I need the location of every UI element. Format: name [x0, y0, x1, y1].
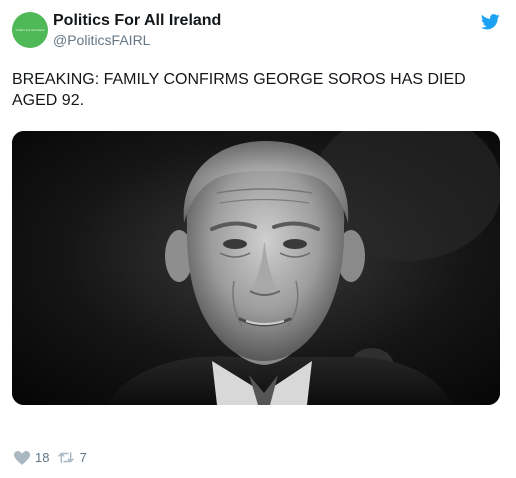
heart-icon	[14, 450, 30, 465]
retweet-icon	[58, 452, 75, 463]
tweet-photo[interactable]	[12, 131, 500, 405]
retweet-count: 7	[79, 450, 87, 465]
retweet-button[interactable]: 7	[58, 450, 87, 465]
tweet-text: BREAKING: FAMILY CONFIRMS GEORGE SOROS H…	[12, 71, 466, 109]
twitter-bird-icon[interactable]	[481, 14, 500, 30]
portrait-photo	[12, 131, 500, 405]
author-handle[interactable]: @PoliticsFAIRL	[53, 32, 150, 48]
like-count: 18	[35, 450, 50, 465]
author-display-name[interactable]: Politics For All Ireland	[53, 12, 221, 30]
avatar-logo-text: Politics For All Ireland	[15, 28, 45, 32]
tweet-card: Politics For All Ireland Politics For Al…	[0, 0, 516, 478]
tweet-actions: 18 7	[14, 450, 96, 465]
avatar[interactable]: Politics For All Ireland	[12, 12, 48, 48]
like-button[interactable]: 18	[14, 450, 49, 465]
